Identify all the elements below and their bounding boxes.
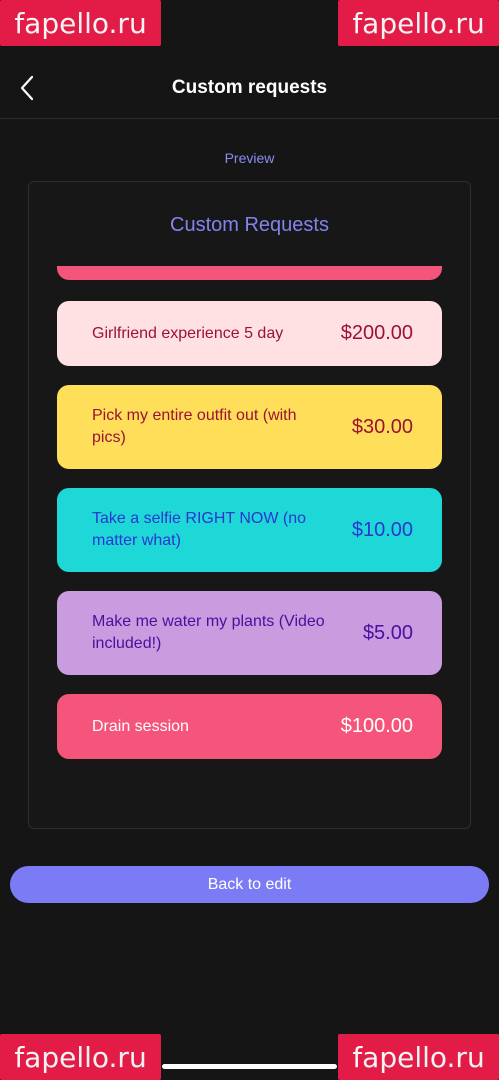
- request-name: Girlfriend experience 5 day: [92, 324, 284, 342]
- request-name: Make me water my plants (Video included!…: [92, 613, 325, 652]
- request-item[interactable]: Pick my entire outfit out (with pics) $30…: [57, 385, 442, 469]
- top-bar: Custom requests: [0, 62, 499, 119]
- watermark-top-right: fapello.ru: [338, 0, 499, 46]
- back-to-edit-button[interactable]: Back to edit: [10, 866, 489, 903]
- partial-request-item: [57, 266, 442, 280]
- request-item[interactable]: Girlfriend experience 5 day $200.00: [57, 301, 442, 366]
- request-name: Take a selfie RIGHT NOW (no matter what): [92, 510, 306, 549]
- request-price: $200.00: [340, 322, 413, 344]
- home-indicator: [162, 1064, 337, 1069]
- preview-label: Preview: [224, 150, 275, 166]
- preview-card: Custom Requests Girlfriend experience 5 …: [28, 181, 471, 829]
- back-to-edit-label: Back to edit: [207, 875, 292, 893]
- request-price: $5.00: [362, 621, 413, 644]
- request-item[interactable]: Drain session $100.00: [57, 694, 442, 759]
- card-title: Custom Requests: [170, 214, 329, 236]
- request-name: Drain session: [92, 717, 189, 735]
- watermark-bottom-right: fapello.ru: [338, 1034, 499, 1080]
- request-item[interactable]: Take a selfie RIGHT NOW (no matter what)…: [57, 488, 442, 572]
- request-name: Pick my entire outfit out (with pics): [92, 407, 297, 446]
- request-price: $10.00: [351, 518, 413, 541]
- watermark-bottom-left: fapello.ru: [0, 1034, 161, 1080]
- request-price: $100.00: [340, 715, 413, 737]
- request-price: $30.00: [351, 415, 413, 438]
- page-title: Custom requests: [171, 77, 328, 98]
- request-item[interactable]: Make me water my plants (Video included!…: [57, 591, 442, 675]
- watermark-top-left: fapello.ru: [0, 0, 161, 46]
- requests-scroll-area[interactable]: Girlfriend experience 5 day $200.00 Pick m…: [29, 266, 470, 828]
